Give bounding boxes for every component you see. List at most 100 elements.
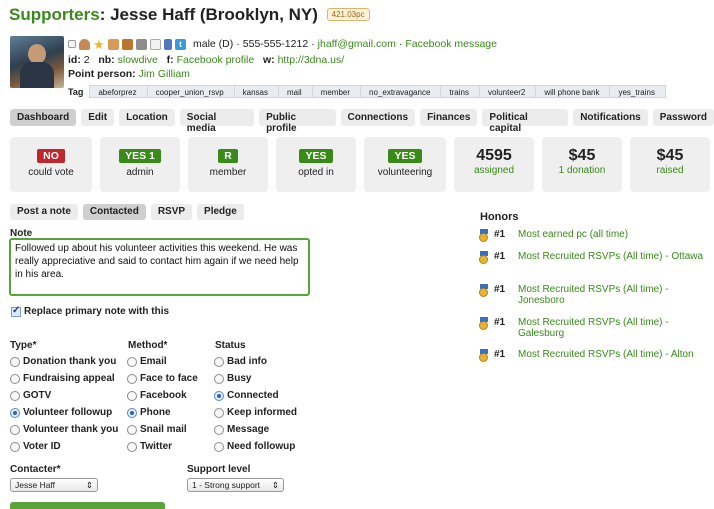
point-person-link[interactable]: Jim Gilliam: [139, 68, 190, 80]
contact-subtabs: Post a note Contacted RSVP Pledge: [10, 204, 244, 220]
support-level-select[interactable]: 1 - Strong support ⇕: [187, 478, 284, 492]
tab-password[interactable]: Password: [652, 109, 714, 126]
method-option[interactable]: Face to face: [127, 372, 198, 385]
tag[interactable]: abeforprez: [89, 85, 148, 98]
avatar: [10, 36, 64, 88]
stat-label[interactable]: raised: [630, 165, 710, 176]
honor-title[interactable]: Most Recruited RSVPs (All time) - Jonesb…: [518, 284, 708, 306]
tab-pledge[interactable]: Pledge: [197, 204, 244, 220]
tag[interactable]: cooper_union_rsvp: [146, 85, 235, 98]
tag[interactable]: member: [311, 85, 362, 98]
stat-label[interactable]: assigned: [454, 165, 534, 176]
nb-link[interactable]: slowdive: [118, 54, 158, 66]
honor-title[interactable]: Most earned pc (all time): [518, 229, 628, 242]
medal-icon: [478, 349, 490, 362]
save-button[interactable]: [10, 502, 165, 509]
replace-note-checkbox[interactable]: Replace primary note with this: [11, 305, 169, 317]
checkbox-checked[interactable]: [11, 305, 21, 317]
honor-rank: #1: [494, 317, 506, 328]
type-option[interactable]: GOTV: [10, 389, 118, 402]
stat-label[interactable]: 1 donation: [542, 165, 622, 176]
method-option[interactable]: Facebook: [127, 389, 198, 402]
honor-rank: #1: [494, 284, 506, 295]
radio-button[interactable]: [127, 356, 137, 367]
radio-button-selected[interactable]: [10, 407, 20, 418]
radio-button[interactable]: [127, 441, 137, 452]
radio-button-selected[interactable]: [127, 407, 137, 418]
status-heading: Status: [215, 340, 246, 351]
tab-finances[interactable]: Finances: [420, 109, 478, 126]
method-option[interactable]: Phone: [127, 406, 198, 419]
status-option[interactable]: Busy: [214, 372, 297, 385]
website-link[interactable]: http://3dna.us/: [278, 54, 345, 66]
tab-notifications[interactable]: Notifications: [573, 109, 648, 126]
tab-contacted[interactable]: Contacted: [82, 204, 146, 220]
medal-icon: [478, 251, 490, 264]
honor-title[interactable]: Most Recruited RSVPs (All time) - Galesb…: [518, 317, 708, 339]
facebook-profile-link[interactable]: Facebook profile: [177, 54, 255, 66]
type-option[interactable]: Fundraising appeal: [10, 372, 118, 385]
radio-button[interactable]: [214, 424, 224, 435]
radio-button-selected[interactable]: [214, 390, 224, 401]
type-option[interactable]: Donation thank you: [10, 355, 118, 368]
support-level-label: Support level: [187, 464, 251, 475]
radio-button[interactable]: [10, 390, 20, 401]
method-option[interactable]: Snail mail: [127, 423, 198, 436]
radio-button[interactable]: [127, 390, 137, 401]
radio-button[interactable]: [214, 356, 224, 367]
tab-location[interactable]: Location: [119, 109, 175, 126]
status-option[interactable]: Bad info: [214, 355, 297, 368]
radio-button[interactable]: [10, 441, 20, 452]
tab-public-profile[interactable]: Public profile: [259, 109, 336, 134]
dropdown-arrow-icon: ⇕: [271, 479, 279, 490]
radio-button[interactable]: [214, 441, 224, 452]
tag[interactable]: mail: [278, 85, 313, 98]
method-option[interactable]: Twitter: [127, 440, 198, 453]
tab-post-note[interactable]: Post a note: [10, 204, 78, 220]
tag[interactable]: yes_trains: [609, 85, 666, 98]
status-option[interactable]: Message: [214, 423, 297, 436]
medal-icon: [478, 317, 490, 330]
contacter-label: Contacter*: [10, 464, 61, 475]
expand-icon[interactable]: [68, 40, 76, 48]
tag[interactable]: will phone bank: [535, 85, 611, 98]
gender-party: male (D): [193, 38, 234, 50]
tab-rsvp[interactable]: RSVP: [150, 204, 193, 220]
radio-button[interactable]: [127, 424, 137, 435]
tab-political-capital[interactable]: Political capital: [482, 109, 569, 134]
section-link[interactable]: Supporters: [9, 5, 100, 24]
note-textarea[interactable]: Followed up about his volunteer activiti…: [9, 238, 310, 296]
radio-button[interactable]: [127, 373, 137, 384]
card-label: opted in: [298, 167, 334, 178]
tag[interactable]: no_extravagance: [360, 85, 442, 98]
status-badge: YES 1: [119, 149, 161, 163]
tab-dashboard[interactable]: Dashboard: [10, 109, 77, 126]
type-option[interactable]: Volunteer followup: [10, 406, 118, 419]
tag[interactable]: trains: [440, 85, 480, 98]
method-option[interactable]: Email: [127, 355, 198, 368]
honor-title[interactable]: Most Recruited RSVPs (All time) - Ottawa: [518, 251, 703, 264]
radio-button[interactable]: [10, 424, 20, 435]
status-option[interactable]: Keep informed: [214, 406, 297, 419]
twitter-icon[interactable]: t: [175, 38, 186, 50]
status-option[interactable]: Need followup: [214, 440, 297, 453]
tab-edit[interactable]: Edit: [81, 109, 115, 126]
tag[interactable]: volunteer2: [478, 85, 537, 98]
status-option[interactable]: Connected: [214, 389, 297, 402]
radio-button[interactable]: [10, 356, 20, 367]
type-option[interactable]: Volunteer thank you: [10, 423, 118, 436]
tab-connections[interactable]: Connections: [340, 109, 416, 126]
honor-title[interactable]: Most Recruited RSVPs (All time) - Alton: [518, 349, 694, 362]
tab-social-media[interactable]: Social media: [179, 109, 255, 134]
facebook-message-link[interactable]: Facebook message: [405, 38, 497, 50]
honor-item: #1 Most Recruited RSVPs (All time) - Jon…: [478, 284, 708, 306]
summary-cards: NO could vote YES 1 admin R member YES o…: [10, 137, 710, 192]
method-heading: Method*: [128, 340, 168, 351]
radio-button[interactable]: [214, 373, 224, 384]
radio-button[interactable]: [10, 373, 20, 384]
type-option[interactable]: Voter ID: [10, 440, 118, 453]
tag[interactable]: kansas: [233, 85, 279, 98]
radio-button[interactable]: [214, 407, 224, 418]
email-link[interactable]: jhaff@gmail.com: [318, 38, 396, 50]
contacter-select[interactable]: Jesse Haff ⇕: [10, 478, 98, 492]
